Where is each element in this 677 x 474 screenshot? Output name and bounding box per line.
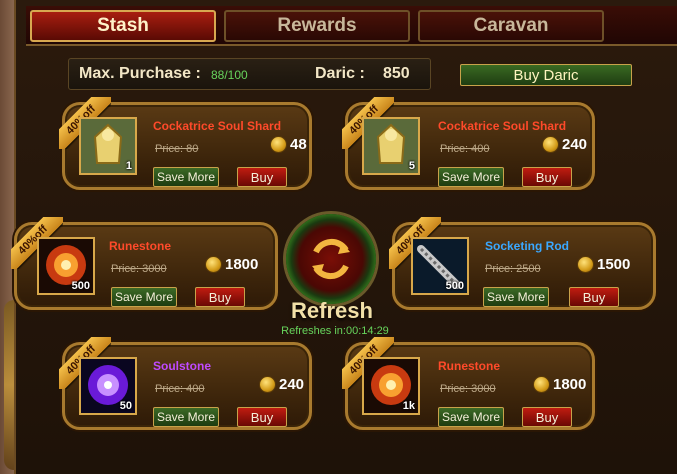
shop-item-card: 40%off 1k Runestone Price: 3000 1800 Sav… (342, 337, 595, 430)
save-more-button[interactable]: Save More (438, 167, 504, 187)
cockatrice-armor-icon[interactable]: 5 (362, 117, 420, 175)
item-cost: 48 (270, 136, 307, 153)
item-cost: 1800 (533, 376, 586, 393)
max-purchase-value: 88/100 (211, 68, 248, 82)
save-more-button[interactable]: Save More (153, 407, 219, 427)
shop-item-card: 40%off 500 Runestone Price: 3000 1800 Sa… (11, 217, 278, 310)
buy-button[interactable]: Buy (522, 167, 572, 187)
daric-coin-icon (533, 376, 550, 393)
original-price: Price: 3000 (111, 263, 167, 275)
soulstone-icon[interactable]: 50 (79, 357, 137, 415)
original-price: Price: 3000 (440, 383, 496, 395)
socketing-rod-icon[interactable]: 500 (411, 237, 469, 295)
original-price: Price: 400 (440, 143, 490, 155)
tab-caravan[interactable]: Caravan (418, 10, 604, 42)
item-cost: 240 (259, 376, 304, 393)
refresh-timer: Refreshes in:00:14:29 (281, 325, 389, 337)
item-name: Runestone (438, 359, 501, 373)
daric-value: 850 (383, 65, 410, 82)
buy-button[interactable]: Buy (237, 167, 287, 187)
shop-item-card: 40%off 5 Cockatrice Soul Shard Price: 40… (342, 97, 595, 190)
daric-coin-icon (577, 256, 594, 273)
original-price: Price: 400 (155, 383, 205, 395)
save-more-button[interactable]: Save More (438, 407, 504, 427)
save-more-button[interactable]: Save More (111, 287, 177, 307)
item-cost: 1800 (205, 256, 258, 273)
item-name: Cockatrice Soul Shard (153, 119, 282, 133)
daric-coin-icon (205, 256, 222, 273)
buy-daric-button[interactable]: Buy Daric (460, 64, 632, 86)
daric-label: Daric : (315, 65, 365, 82)
item-cost: 1500 (577, 256, 630, 273)
max-purchase-label: Max. Purchase : (79, 65, 201, 82)
save-more-button[interactable]: Save More (153, 167, 219, 187)
original-price: Price: 80 (155, 143, 199, 155)
buy-button[interactable]: Buy (569, 287, 619, 307)
daric-coin-icon (259, 376, 276, 393)
runestone-icon[interactable]: 500 (37, 237, 95, 295)
original-price: Price: 2500 (485, 263, 541, 275)
shop-item-card: 40%off 500 Socketing Rod Price: 2500 150… (389, 217, 656, 310)
item-name: Cockatrice Soul Shard (438, 119, 567, 133)
save-more-button[interactable]: Save More (483, 287, 549, 307)
shop-item-card: 40%off 50 Soulstone Price: 400 240 Save … (59, 337, 312, 430)
runestone-icon[interactable]: 1k (362, 357, 420, 415)
buy-button[interactable]: Buy (237, 407, 287, 427)
daric-coin-icon (542, 136, 559, 153)
cockatrice-armor-icon[interactable]: 1 (79, 117, 137, 175)
refresh-button[interactable] (286, 214, 376, 304)
buy-button[interactable]: Buy (522, 407, 572, 427)
shop-item-card: 40%off 1 Cockatrice Soul Shard Price: 80… (59, 97, 312, 190)
item-cost: 240 (542, 136, 587, 153)
buy-button[interactable]: Buy (195, 287, 245, 307)
item-name: Runestone (109, 239, 172, 253)
tab-stash[interactable]: Stash (30, 10, 216, 42)
refresh-icon (312, 238, 350, 280)
item-name: Socketing Rod (485, 239, 570, 253)
daric-coin-icon (270, 136, 287, 153)
refresh-label[interactable]: Refresh (288, 298, 376, 324)
info-bar: Max. Purchase : 88/100 Daric : 850 (68, 58, 431, 90)
item-name: Soulstone (153, 359, 212, 373)
tab-rewards[interactable]: Rewards (224, 10, 410, 42)
